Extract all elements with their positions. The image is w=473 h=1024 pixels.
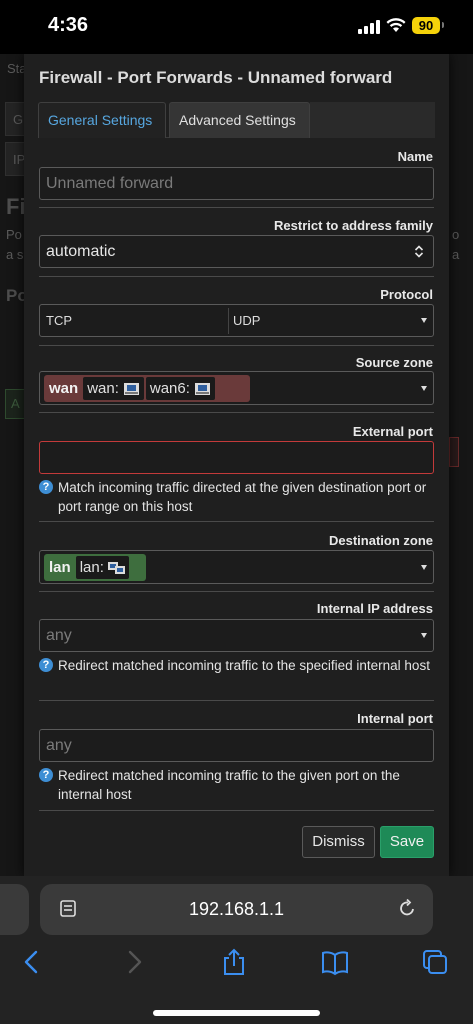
bg-title: Fi	[6, 194, 26, 219]
source-zone-select[interactable]: wan wan: wan6:	[39, 371, 434, 405]
device-label: wan6:	[149, 380, 190, 397]
wifi-icon	[386, 18, 406, 32]
bg-fragment: G	[13, 112, 24, 127]
chevron-down-icon	[421, 386, 427, 391]
divider	[39, 700, 434, 701]
internal-port-hint: ? Redirect matched incoming traffic to t…	[39, 766, 434, 804]
browser-toolbar: 192.168.1.1	[0, 876, 473, 1024]
internal-ip-hint: ? Redirect matched incoming traffic to t…	[39, 656, 434, 675]
ethernet-port-icon	[123, 382, 139, 395]
device-chip: wan:	[83, 377, 144, 400]
address-family-value: automatic	[46, 243, 116, 260]
dismiss-button[interactable]: Dismiss	[302, 826, 375, 858]
divider	[39, 521, 434, 522]
protocol-select[interactable]: TCP UDP	[39, 304, 434, 337]
internal-ip-label: Internal IP address	[316, 601, 433, 616]
divider	[39, 207, 434, 208]
internal-ip-select[interactable]: any	[39, 619, 434, 652]
share-icon[interactable]	[220, 948, 248, 976]
previous-tab-preview[interactable]	[0, 884, 29, 935]
tab-bar: General Settings Advanced Settings	[38, 102, 435, 138]
port-forward-modal: Firewall - Port Forwards - Unnamed forwa…	[24, 54, 449, 876]
address-family-label: Restrict to address family	[274, 218, 433, 233]
hint-text: Redirect matched incoming traffic to the…	[58, 658, 430, 673]
divider	[39, 276, 434, 277]
bg-fragment: Po	[6, 227, 22, 242]
bookmarks-icon[interactable]	[321, 948, 349, 976]
divider	[39, 345, 434, 346]
reload-icon[interactable]	[398, 898, 416, 918]
help-icon: ?	[39, 658, 53, 672]
device-label: lan:	[79, 559, 104, 576]
bg-fragment: a	[452, 247, 460, 262]
tab-bar-fill	[310, 102, 435, 138]
internal-port-label: Internal port	[357, 711, 433, 726]
protocol-separator	[228, 308, 229, 334]
tab-advanced-settings[interactable]: Advanced Settings	[169, 102, 310, 138]
zone-name: lan	[49, 559, 71, 576]
external-port-hint: ? Match incoming traffic directed at the…	[39, 478, 434, 516]
external-port-label: External port	[352, 424, 433, 439]
bg-button	[449, 437, 459, 467]
select-updown-icon	[414, 245, 424, 258]
name-label: Name	[397, 149, 433, 164]
url-text: 192.168.1.1	[188, 899, 285, 919]
status-bar: 4:36 90	[0, 0, 473, 54]
bridge-port-icon	[107, 561, 125, 574]
name-input[interactable]: Unnamed forward	[39, 167, 434, 200]
chevron-down-icon	[421, 318, 427, 323]
hint-text: Redirect matched incoming traffic to the…	[58, 768, 400, 802]
chevron-down-icon	[421, 633, 427, 638]
tabs-icon[interactable]	[421, 948, 449, 976]
external-port-input[interactable]	[39, 441, 434, 474]
save-button[interactable]: Save	[380, 826, 434, 858]
divider	[39, 810, 434, 811]
hint-text: Match incoming traffic directed at the g…	[58, 480, 427, 514]
address-family-select[interactable]: automatic	[39, 235, 434, 268]
bg-fragment: A	[11, 396, 20, 411]
address-bar[interactable]: 192.168.1.1	[40, 884, 433, 935]
cellular-signal-icon	[358, 20, 380, 34]
ethernet-port-icon	[194, 382, 210, 395]
destination-zone-label: Destination zone	[328, 533, 433, 548]
home-indicator	[153, 1010, 320, 1016]
destination-zone-select[interactable]: lan lan:	[39, 550, 434, 584]
zone-badge-wan: wan wan: wan6:	[44, 375, 250, 402]
internal-port-input[interactable]: any	[39, 729, 434, 762]
divider	[39, 412, 434, 413]
zone-badge-lan: lan lan:	[44, 554, 146, 581]
tab-general-settings[interactable]: General Settings	[38, 102, 166, 138]
protocol-udp: UDP	[233, 313, 261, 328]
help-icon: ?	[39, 480, 53, 494]
divider	[39, 591, 434, 592]
bg-fragment: o	[452, 227, 460, 242]
device-chip: wan6:	[145, 377, 215, 400]
zone-name: wan	[49, 380, 79, 397]
chevron-down-icon	[421, 565, 427, 570]
bg-fragment: a s	[6, 247, 24, 262]
back-icon[interactable]	[18, 948, 46, 976]
source-zone-label: Source zone	[355, 355, 433, 370]
forward-icon[interactable]	[120, 948, 148, 976]
internal-ip-placeholder: any	[46, 627, 72, 644]
modal-title: Firewall - Port Forwards - Unnamed forwa…	[39, 68, 393, 87]
device-chip: lan:	[75, 556, 129, 579]
battery-indicator: 90	[412, 17, 444, 34]
device-label: wan:	[87, 380, 119, 397]
protocol-tcp: TCP	[46, 313, 72, 328]
protocol-label: Protocol	[380, 287, 433, 302]
help-icon: ?	[39, 768, 53, 782]
clock: 4:36	[48, 14, 89, 36]
